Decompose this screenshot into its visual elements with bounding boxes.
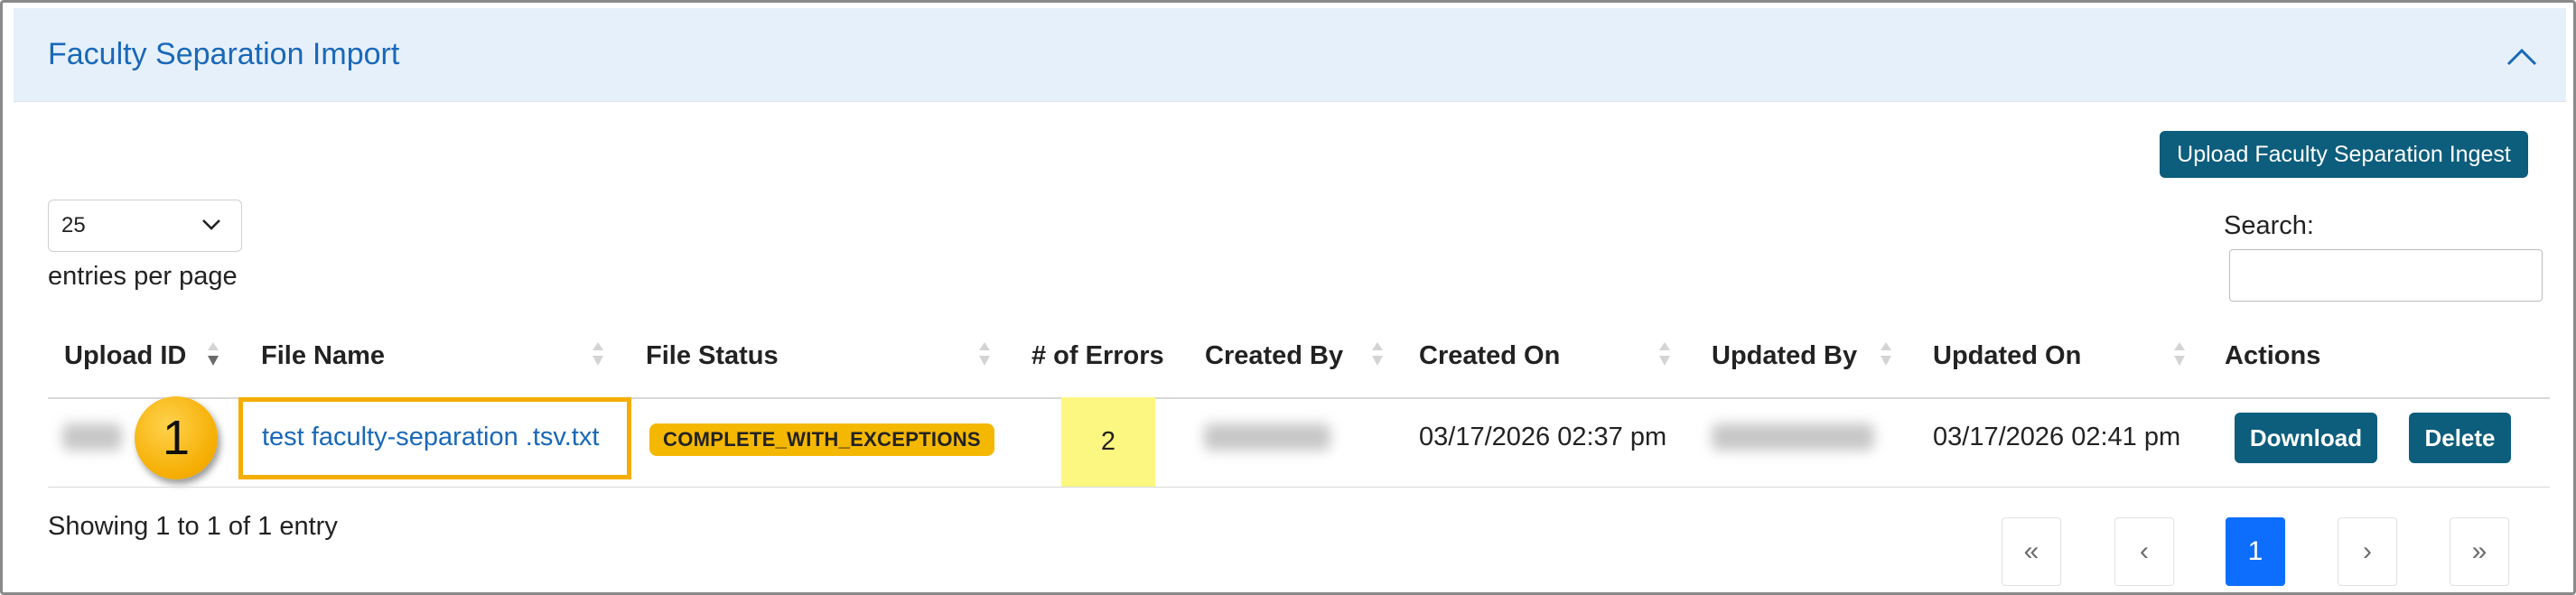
upload-faculty-separation-button[interactable]: Upload Faculty Separation Ingest [2160, 131, 2528, 178]
file-name-link[interactable]: test faculty-separation .tsv.txt [262, 423, 599, 452]
redacted-upload-id [62, 423, 122, 451]
column-header-updated-on[interactable]: Updated On [1933, 341, 2081, 371]
column-header-actions: Actions [2225, 341, 2321, 370]
panel-header[interactable]: Faculty Separation Import [14, 8, 2566, 102]
entries-per-page-value: 25 [61, 213, 86, 237]
updated-on-value: 03/17/2026 02:41 pm [1933, 423, 2181, 451]
panel-title: Faculty Separation Import [48, 37, 400, 71]
callout-marker: 1 [135, 396, 218, 479]
error-count-cell: 2 [1061, 397, 1155, 487]
download-button[interactable]: Download [2235, 413, 2377, 463]
sort-icon[interactable] [592, 340, 604, 367]
redacted-created-by [1204, 423, 1330, 451]
table-info: Showing 1 to 1 of 1 entry [48, 512, 338, 541]
sort-icon[interactable] [207, 340, 219, 367]
sort-icon[interactable] [2173, 340, 2186, 367]
search-input[interactable] [2229, 249, 2543, 302]
status-badge: COMPLETE_WITH_EXCEPTIONS [649, 423, 994, 456]
pagination-next[interactable]: › [2338, 517, 2397, 586]
sort-icon[interactable] [1371, 340, 1384, 367]
column-header-errors[interactable]: # of Errors [1031, 341, 1164, 371]
delete-button[interactable]: Delete [2409, 413, 2511, 463]
column-header-upload-id[interactable]: Upload ID [64, 341, 186, 371]
entries-per-page-label: entries per page [48, 262, 238, 291]
redacted-updated-by [1712, 423, 1874, 451]
search-label: Search: [2224, 211, 2314, 240]
chevron-up-icon[interactable] [2502, 37, 2542, 77]
created-on-value: 03/17/2026 02:37 pm [1419, 423, 1667, 451]
entries-per-page-select[interactable]: 25 [48, 200, 242, 252]
pagination-page-1[interactable]: 1 [2226, 517, 2285, 586]
sort-icon[interactable] [1880, 340, 1892, 367]
table-row-divider [48, 487, 2550, 488]
chevron-down-icon [202, 219, 220, 230]
column-header-created-by[interactable]: Created By [1205, 341, 1343, 371]
faculty-separation-panel: Faculty Separation Import Upload Faculty… [0, 0, 2576, 595]
sort-icon[interactable] [1658, 340, 1671, 367]
sort-icon[interactable] [978, 340, 991, 367]
column-header-file-name[interactable]: File Name [261, 341, 385, 371]
pagination-previous[interactable]: ‹ [2114, 517, 2174, 586]
pagination-first[interactable]: « [2002, 517, 2061, 586]
column-header-file-status[interactable]: File Status [646, 341, 779, 371]
pagination-last[interactable]: » [2450, 517, 2509, 586]
column-header-updated-by[interactable]: Updated By [1712, 341, 1857, 371]
column-header-created-on[interactable]: Created On [1419, 341, 1560, 371]
